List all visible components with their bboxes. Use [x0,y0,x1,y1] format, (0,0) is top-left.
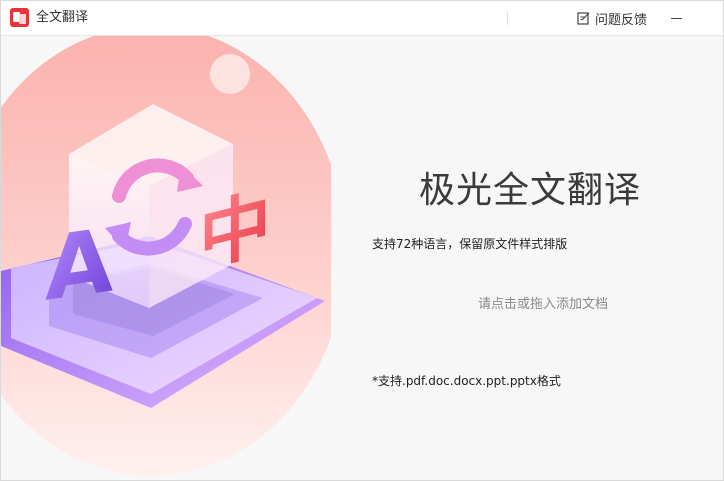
feedback-label: 问题反馈 [595,12,648,28]
title-bar: 全文翻译 问题反馈 [1,1,723,36]
drop-hint-text: 请点击或拖入添加文档 [477,296,608,312]
minimize-button[interactable] [665,8,687,28]
hero-illustration: A 中 [1,36,331,476]
languages-subtitle: 支持72种语言，保留原文件样式排版 [372,237,568,251]
title-divider [507,11,508,25]
app-window: 全文翻译 问题反馈 A 中 极光全文翻译 支持72种语言，保留原文件样式排版 请… [0,0,724,481]
feedback-edit-icon [577,12,590,25]
minimize-icon [671,18,682,19]
app-logo-icon [10,8,29,27]
letter-a-glyph: A [45,209,113,321]
window-title: 全文翻译 [36,10,89,25]
supported-formats-note: *支持.pdf.doc.docx.ppt.pptx格式 [372,374,561,388]
floating-bubble [210,54,250,94]
feedback-button[interactable]: 问题反馈 [577,8,647,28]
document-drop-zone[interactable]: 请点击或拖入添加文档 [351,281,711,341]
